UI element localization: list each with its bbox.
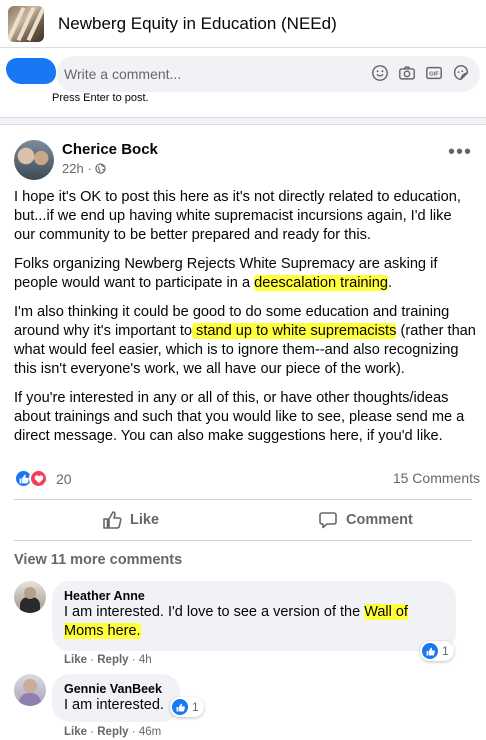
text-segment: I hope it's OK to post this here as it's… bbox=[14, 189, 461, 243]
comment-composer: Write a comment... GIF Press Enter to po… bbox=[0, 48, 486, 118]
sticker-icon[interactable] bbox=[452, 64, 470, 82]
love-reaction-icon bbox=[29, 469, 48, 488]
emoji-icon[interactable] bbox=[371, 64, 389, 82]
commenter-name[interactable]: Heather Anne bbox=[64, 589, 444, 603]
like-button[interactable]: Like bbox=[102, 510, 159, 530]
reaction-count: 20 bbox=[56, 470, 72, 487]
press-enter-hint: Press Enter to post. bbox=[52, 92, 149, 104]
comment-reaction-count: 1 bbox=[442, 644, 449, 658]
reaction-summary[interactable]: 20 bbox=[14, 469, 72, 488]
highlighted-text: deescalation training bbox=[254, 275, 389, 291]
comment-time[interactable]: 4h bbox=[139, 654, 152, 666]
comment-reaction-count: 1 bbox=[192, 700, 199, 714]
comment-time[interactable]: 46m bbox=[139, 726, 161, 738]
thumbs-up-icon bbox=[103, 511, 122, 529]
post-paragraph: If you're interested in any or all of th… bbox=[14, 389, 476, 446]
view-more-comments-link[interactable]: View 11 more comments bbox=[14, 552, 182, 568]
comment-meta: Like · Reply · 46m bbox=[64, 726, 162, 738]
post-card: Cherice Bock 22h · ••• I hope it's OK to… bbox=[0, 124, 486, 740]
globe-icon bbox=[95, 163, 106, 174]
comment-count[interactable]: 15 Comments bbox=[393, 470, 480, 486]
comment-input[interactable]: Write a comment... GIF bbox=[56, 56, 480, 92]
comment-text: I am interested. I'd love to see a versi… bbox=[64, 603, 444, 641]
comment-placeholder: Write a comment... bbox=[64, 66, 182, 82]
commenter-name[interactable]: Gennie VanBeek bbox=[64, 682, 168, 696]
group-cover-thumbnail[interactable] bbox=[8, 6, 44, 42]
comment-reaction-badge[interactable]: 1 bbox=[170, 697, 204, 717]
text-segment: . bbox=[388, 275, 393, 291]
post-action-bar: Like Comment bbox=[14, 499, 472, 541]
highlighted-text: stand up to white supremacists bbox=[192, 323, 397, 339]
composer-icons: GIF bbox=[371, 64, 470, 82]
post-body: I hope it's OK to post this here as it's… bbox=[14, 188, 476, 456]
comment-reply-link[interactable]: Reply bbox=[97, 654, 128, 666]
group-header: Newberg Equity in Education (NEEd) bbox=[0, 0, 486, 48]
comment-text: I am interested. bbox=[64, 696, 168, 715]
commenter-avatar[interactable] bbox=[14, 674, 46, 706]
post-time[interactable]: 22h bbox=[62, 161, 84, 176]
comment-label: Comment bbox=[346, 512, 413, 528]
speech-bubble-icon bbox=[319, 512, 337, 529]
comment-meta: Like · Reply · 4h bbox=[64, 654, 152, 666]
post-timestamp[interactable]: 22h · bbox=[62, 161, 106, 176]
redacted-avatar bbox=[6, 58, 56, 84]
like-reaction-icon bbox=[172, 699, 188, 715]
commenter-avatar[interactable] bbox=[14, 581, 46, 613]
author-avatar[interactable] bbox=[14, 140, 54, 180]
author-name[interactable]: Cherice Bock bbox=[62, 141, 158, 158]
svg-text:GIF: GIF bbox=[429, 72, 439, 78]
group-title[interactable]: Newberg Equity in Education (NEEd) bbox=[58, 14, 337, 34]
text-segment: I am interested. bbox=[64, 697, 164, 713]
gif-icon[interactable]: GIF bbox=[425, 64, 443, 82]
post-paragraph: Folks organizing Newberg Rejects White S… bbox=[14, 255, 476, 293]
comment-like-link[interactable]: Like bbox=[64, 726, 87, 738]
post-paragraph: I hope it's OK to post this here as it's… bbox=[14, 188, 476, 245]
comment-reaction-badge[interactable]: 1 bbox=[420, 641, 454, 661]
comment-bubble: Gennie VanBeek I am interested. bbox=[52, 674, 180, 722]
camera-icon[interactable] bbox=[398, 64, 416, 82]
comment-bubble: Heather Anne I am interested. I'd love t… bbox=[52, 581, 456, 651]
more-options-icon[interactable]: ••• bbox=[448, 142, 472, 162]
comment-reply-link[interactable]: Reply bbox=[97, 726, 128, 738]
comment-like-link[interactable]: Like bbox=[64, 654, 87, 666]
comment-button[interactable]: Comment bbox=[318, 510, 413, 530]
post-paragraph: I'm also thinking it could be good to do… bbox=[14, 303, 476, 379]
like-label: Like bbox=[130, 512, 160, 528]
text-segment: If you're interested in any or all of th… bbox=[14, 390, 465, 444]
text-segment: I am interested. I'd love to see a versi… bbox=[64, 604, 365, 620]
like-reaction-icon bbox=[422, 643, 438, 659]
